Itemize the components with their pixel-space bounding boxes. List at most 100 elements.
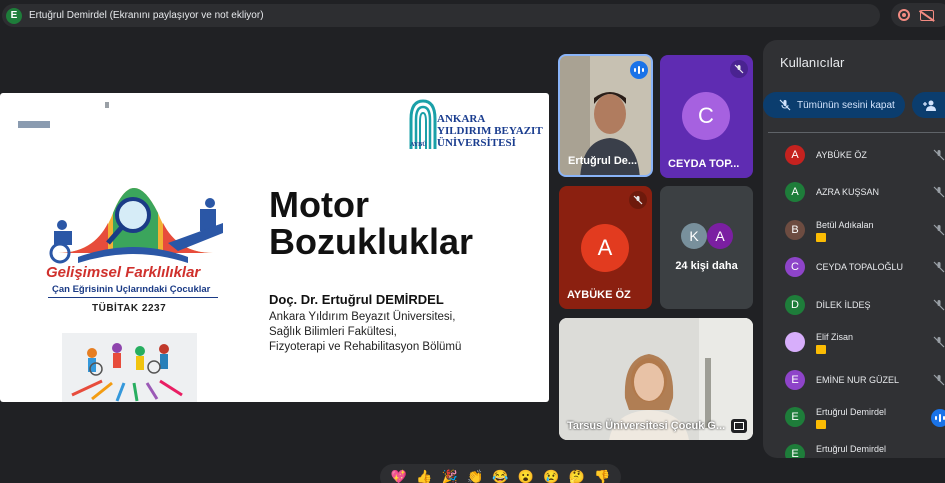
participant-row[interactable]: Elif Zisan (785, 332, 945, 354)
participant-row[interactable]: B Betül Adıkalan (785, 220, 945, 242)
mute-all-label: Tümünün sesini kapat (797, 99, 895, 111)
participant-avatar: A (785, 182, 805, 202)
affiliation-line-3: Fizyoterapi ve Rehabilitasyon Bölümü (269, 341, 462, 353)
reaction-surprised[interactable]: 😮 (517, 468, 535, 483)
participant-name: CEYDA TOPALOĞLU (816, 262, 904, 272)
mic-off-icon[interactable] (933, 299, 945, 311)
presentation-badge-icon (816, 420, 826, 429)
more-participants-label: 24 kişi daha (675, 260, 738, 272)
participant-name: Betül Adıkalan (816, 220, 874, 230)
affiliation-line-1: Ankara Yıldırım Beyazıt Üniversitesi, (269, 311, 456, 323)
video-tile-presenter[interactable]: Ertuğrul De... (558, 54, 653, 177)
video-tile-tarsus[interactable]: Tarsus Üniversitesi Çocuk G... (559, 318, 753, 440)
participant-avatar: E (785, 407, 805, 427)
tile-name: Tarsus Üniversitesi Çocuk G... (567, 420, 726, 432)
panel-title: Kullanıcılar (780, 55, 845, 70)
panel-divider (768, 132, 945, 133)
reaction-thinking[interactable]: 🤔 (568, 468, 586, 483)
mouse-cursor-icon (105, 102, 109, 108)
slide-title-line-1: Motor (269, 184, 369, 225)
project-divider (48, 297, 218, 298)
participant-row[interactable]: E Ertuğrul Demirdel (785, 407, 945, 429)
bell-curve-book-illustration (49, 188, 223, 264)
reaction-laugh[interactable]: 😂 (491, 468, 509, 483)
mic-off-icon[interactable] (933, 224, 945, 236)
participant-avatar: C (682, 92, 730, 140)
project-subtitle: Çan Eğrisinin Uçlarındaki Çocuklar (52, 284, 211, 295)
participant-avatar: C (785, 257, 805, 277)
participant-name: Elif Zisan (816, 332, 854, 342)
shared-slide: ANKARA YILDIRIM BEYAZIT ÜNİVERSİTESİ AYB… (0, 93, 549, 402)
participant-name: EMİNE NUR GÜZEL (816, 375, 900, 385)
reaction-sad[interactable]: 😢 (542, 468, 560, 483)
presentation-badge-icon (816, 233, 826, 242)
mic-off-icon (629, 191, 647, 209)
presenter-banner[interactable]: E Ertuğrul Demirdel (Ekranını paylaşıyor… (2, 4, 880, 27)
participant-row[interactable]: E EMİNE NUR GÜZEL (785, 370, 945, 392)
camera-off-icon[interactable] (920, 9, 934, 21)
university-abbr: AYBÜ (410, 142, 427, 148)
add-people-button[interactable] (912, 92, 945, 118)
speaking-indicator-icon (931, 409, 945, 427)
add-person-icon (923, 100, 936, 111)
slide-title: Motor Bozukluklar (269, 186, 473, 260)
participant-avatar: E (785, 370, 805, 390)
university-line-1: ANKARA (437, 113, 486, 125)
more-participants-tile[interactable]: K A 24 kişi daha (660, 186, 753, 309)
mic-off-icon[interactable] (933, 186, 945, 198)
participant-avatar: A (581, 224, 629, 272)
tile-name: CEYDA TOP... (668, 158, 740, 170)
mic-off-icon (730, 60, 748, 78)
tile-name: AYBÜKE ÖZ (567, 289, 631, 301)
participant-avatar (785, 332, 805, 352)
video-tile-ceyda[interactable]: C CEYDA TOP... (660, 55, 753, 178)
university-line-2: YILDIRIM BEYAZIT (437, 125, 543, 137)
reactions-bar: 💖 👍 🎉 👏 😂 😮 😢 🤔 👎 (380, 464, 621, 483)
mic-off-icon (779, 99, 791, 111)
top-bar: E Ertuğrul Demirdel (Ekranını paylaşıyor… (0, 0, 945, 31)
affiliation-line-2: Sağlık Bilimleri Fakültesi, (269, 326, 397, 338)
kids-illustration (62, 333, 197, 402)
mic-off-icon[interactable] (933, 261, 945, 273)
pin-icon[interactable] (731, 419, 747, 433)
participant-row[interactable]: D DİLEK İLDEŞ (785, 295, 945, 317)
presentation-badge-icon (816, 345, 826, 354)
top-controls (891, 3, 945, 27)
mute-all-button[interactable]: Tümünün sesini kapat (763, 92, 905, 118)
reaction-thumbs-down[interactable]: 👎 (593, 468, 611, 483)
slide-affiliation: Ankara Yıldırım Beyazıt Üniversitesi, Sa… (269, 310, 461, 355)
video-tile-aybuke[interactable]: A AYBÜKE ÖZ (559, 186, 652, 309)
reaction-heart[interactable]: 💖 (390, 468, 408, 483)
participants-panel: Kullanıcılar Tümünün sesini kapat A AYBÜ… (763, 40, 945, 458)
mic-off-icon[interactable] (933, 149, 945, 161)
slide-decor-bar (18, 121, 50, 128)
mic-off-icon[interactable] (933, 374, 945, 386)
reaction-thumbs-up[interactable]: 👍 (415, 468, 433, 483)
participant-name: AZRA KUŞSAN (816, 187, 880, 197)
participant-row[interactable]: A AZRA KUŞSAN (785, 182, 945, 204)
participant-avatar: E (785, 444, 805, 458)
speaking-indicator-icon (630, 61, 648, 79)
participant-avatar-k: K (681, 223, 707, 249)
reaction-clap[interactable]: 👏 (466, 468, 484, 483)
presenter-text: Ertuğrul Demirdel (Ekranını paylaşıyor v… (29, 10, 264, 21)
university-name: ANKARA YILDIRIM BEYAZIT ÜNİVERSİTESİ (437, 113, 543, 149)
participant-row[interactable]: A AYBÜKE ÖZ (785, 145, 945, 167)
mic-off-icon[interactable] (933, 336, 945, 348)
record-icon[interactable] (898, 9, 910, 21)
participant-avatar-a: A (707, 223, 733, 249)
participant-row[interactable]: C CEYDA TOPALOĞLU (785, 257, 945, 279)
reaction-party[interactable]: 🎉 (441, 468, 459, 483)
participant-name: Ertuğrul Demirdel (816, 444, 887, 454)
participant-name: AYBÜKE ÖZ (816, 150, 867, 160)
participant-name: DİLEK İLDEŞ (816, 300, 871, 310)
presenter-avatar: E (6, 7, 22, 24)
participant-name: Ertuğrul Demirdel (816, 407, 887, 417)
university-line-3: ÜNİVERSİTESİ (437, 137, 516, 149)
participant-row[interactable]: E Ertuğrul Demirdel (785, 444, 945, 458)
project-code: TÜBİTAK 2237 (92, 303, 167, 314)
project-title: Gelişimsel Farklılıklar (46, 264, 201, 281)
participant-avatar: B (785, 220, 805, 240)
slide-author: Doç. Dr. Ertuğrul DEMİRDEL (269, 292, 444, 307)
slide-title-line-2: Bozukluklar (269, 221, 474, 262)
